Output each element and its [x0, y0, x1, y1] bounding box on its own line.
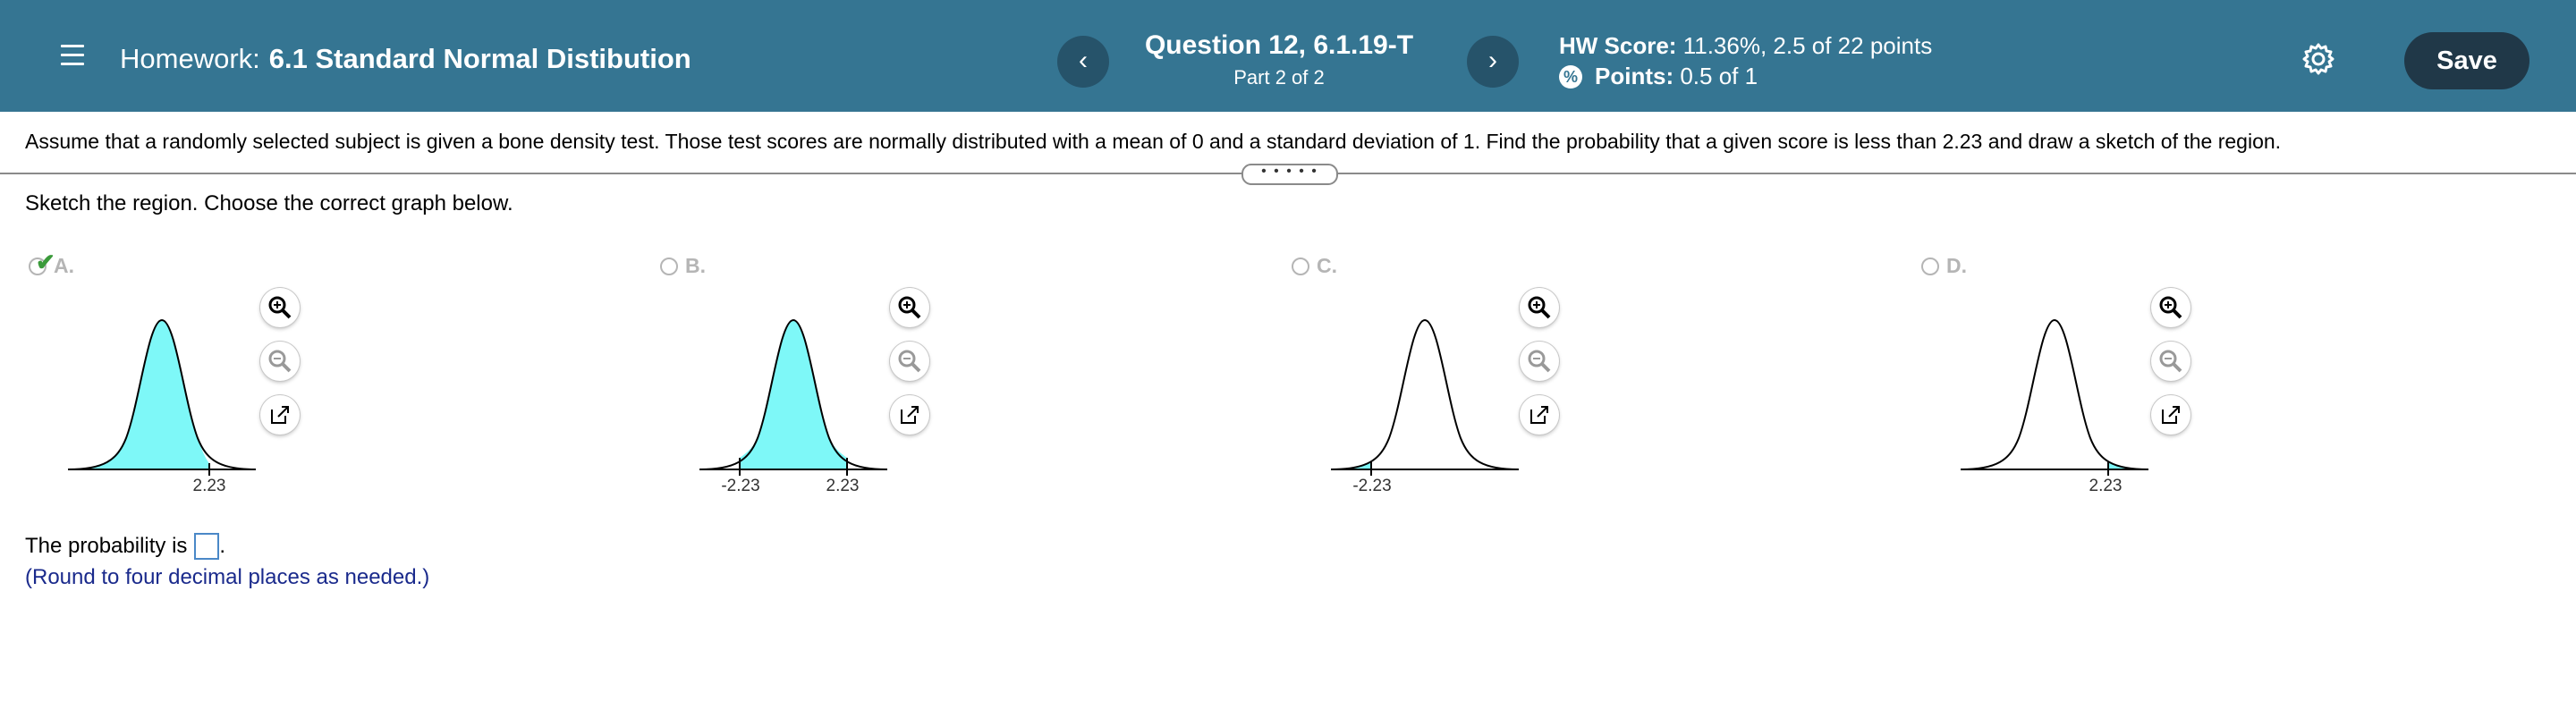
homework-name: 6.1 Standard Normal Distibution [268, 43, 691, 74]
gear-icon[interactable] [2301, 41, 2336, 77]
option-a-letter: A. [54, 254, 74, 277]
zoom-out-icon[interactable] [890, 342, 929, 381]
zoom-in-icon[interactable] [2151, 288, 2190, 327]
option-b-letter: B. [685, 254, 706, 277]
zoom-in-icon[interactable] [890, 288, 929, 327]
next-question-button[interactable]: › [1467, 36, 1519, 88]
probability-period: . [219, 534, 226, 558]
graph-d [1961, 318, 2148, 476]
hw-score-value: 11.36%, 2.5 of 22 points [1682, 32, 1933, 59]
option-c[interactable]: C. [1292, 254, 1337, 278]
option-d-letter: D. [1946, 254, 1967, 277]
homework-title: Homework: 6.1 Standard Normal Distibution [120, 43, 691, 75]
hw-score: HW Score: 11.36%, 2.5 of 22 points [1559, 32, 1932, 60]
option-a-radio[interactable]: ✔ [29, 249, 55, 275]
instruction-text: Sketch the region. Choose the correct gr… [25, 191, 513, 215]
save-button[interactable]: Save [2404, 32, 2529, 89]
zoom-out-icon[interactable] [2151, 342, 2190, 381]
partial-credit-icon: % [1559, 64, 1582, 89]
checkmark-icon: ✔ [36, 248, 55, 275]
hamburger-menu-icon[interactable] [61, 45, 84, 66]
option-d[interactable]: D. [1921, 254, 1967, 278]
points: % Points: 0.5 of 1 [1559, 63, 1758, 90]
graph-b [699, 318, 887, 476]
rounding-hint: (Round to four decimal places as needed.… [25, 565, 430, 589]
previous-question-button[interactable]: ‹ [1057, 36, 1109, 88]
question-text: Assume that a randomly selected subject … [25, 130, 2282, 153]
graph-b-tick-right: 2.23 [826, 477, 860, 495]
hw-score-label: HW Score: [1559, 32, 1677, 59]
zoom-in-icon[interactable] [1520, 288, 1559, 327]
graph-a [68, 318, 256, 476]
probability-prompt: The probability is . [25, 533, 225, 560]
option-b-radio[interactable] [660, 257, 678, 275]
graph-c [1331, 318, 1519, 476]
homework-prefix: Homework: [120, 43, 260, 74]
points-label: Points: [1595, 63, 1674, 89]
option-c-radio[interactable] [1292, 257, 1309, 275]
graph-b-tick-left: -2.23 [721, 477, 760, 495]
option-a[interactable]: ✔ A. [29, 249, 74, 278]
open-external-icon[interactable] [2151, 395, 2190, 435]
zoom-in-icon[interactable] [260, 288, 300, 327]
open-external-icon[interactable] [260, 395, 300, 435]
zoom-out-icon[interactable] [260, 342, 300, 381]
zoom-out-icon[interactable] [1520, 342, 1559, 381]
option-b[interactable]: B. [660, 254, 706, 278]
option-d-radio[interactable] [1921, 257, 1939, 275]
open-external-icon[interactable] [1520, 395, 1559, 435]
points-value: 0.5 of 1 [1680, 63, 1758, 89]
option-c-letter: C. [1317, 254, 1337, 277]
top-bar: Homework: 6.1 Standard Normal Distibution… [0, 0, 2576, 112]
question-title: Question 12, 6.1.19-T [1144, 30, 1414, 60]
open-external-icon[interactable] [890, 395, 929, 435]
graph-c-tick: -2.23 [1352, 477, 1392, 495]
probability-input[interactable] [194, 533, 220, 560]
graph-d-tick: 2.23 [2089, 477, 2123, 495]
question-part: Part 2 of 2 [1233, 66, 1325, 89]
graph-a-tick: 2.23 [192, 477, 226, 495]
probability-label: The probability is [25, 534, 188, 558]
divider-handle[interactable]: • • • • • [1241, 164, 1338, 185]
